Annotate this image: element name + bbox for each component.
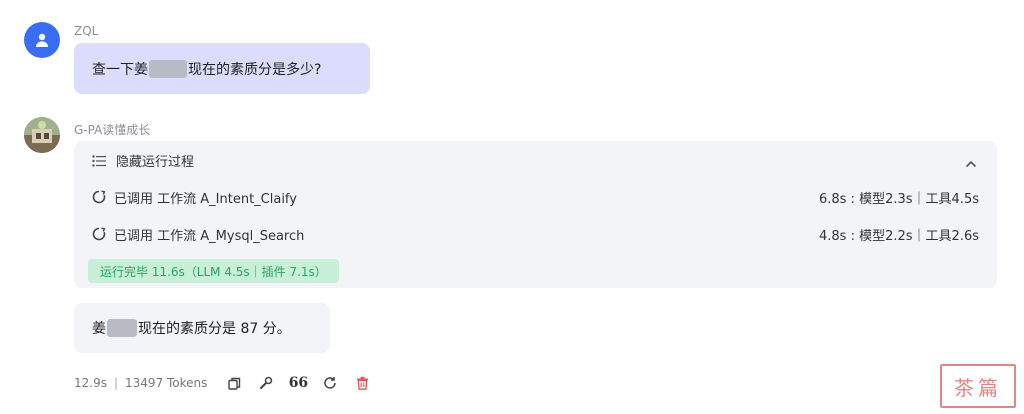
trash-icon <box>356 376 368 390</box>
workflow-call-timing: 6.8s : 模型2.3s｜工具4.5s <box>819 191 979 207</box>
user-message-suffix: 现在的素质分是多少? <box>188 61 322 78</box>
user-message-prefix: 查一下姜 <box>92 61 148 78</box>
token-count: 13497 Tokens <box>125 376 208 390</box>
workflow-call-label: 已调用 工作流 A_Mysql_Search <box>114 228 305 244</box>
bot-name: G-PA读懂成长 <box>74 123 151 137</box>
bot-answer-bubble: 姜 现在的素质分是 87 分。 <box>74 303 330 353</box>
redacted-name-blur <box>107 319 137 337</box>
answer-prefix: 姜 <box>92 321 106 337</box>
response-duration: 12.9s <box>74 376 107 390</box>
collapse-button[interactable] <box>965 153 977 172</box>
delete-button[interactable] <box>353 374 371 392</box>
tool-button[interactable] <box>257 374 275 392</box>
answer-suffix: 现在的素质分是 87 分。 <box>138 321 291 337</box>
quote-icon: 66 <box>288 375 309 391</box>
workflow-call-row: 已调用 工作流 A_Mysql_Search 4.8s : 模型2.2s｜工具2… <box>92 224 979 244</box>
toggle-process-label: 隐藏运行过程 <box>116 155 195 170</box>
user-message-bubble: 查一下姜 现在的素质分是多少? <box>74 43 370 94</box>
user-name: ZQL <box>74 24 99 38</box>
person-icon <box>36 33 48 47</box>
workflow-icon <box>92 227 106 241</box>
message-actions: 66 <box>225 374 371 392</box>
divider: | <box>113 376 119 390</box>
copy-button[interactable] <box>225 374 243 392</box>
redacted-name-blur <box>149 59 187 78</box>
list-icon <box>92 154 106 167</box>
regenerate-button[interactable] <box>321 374 339 392</box>
workflow-call-timing: 4.8s : 模型2.2s｜工具2.6s <box>819 228 979 244</box>
refresh-icon <box>324 377 337 389</box>
wrench-icon <box>260 376 273 389</box>
chevron-up-icon <box>965 160 977 168</box>
copy-icon <box>228 377 241 390</box>
user-avatar <box>24 22 60 58</box>
message-footer: 12.9s | 13497 Tokens 66 <box>74 374 371 392</box>
quote-button[interactable]: 66 <box>288 374 309 392</box>
toggle-process-button[interactable]: 隐藏运行过程 <box>92 151 194 170</box>
workflow-icon <box>92 190 106 204</box>
watermark-stamp: 茶篇 <box>940 364 1016 408</box>
workflow-call-row: 已调用 工作流 A_Intent_Claify 6.8s : 模型2.3s｜工具… <box>92 187 979 207</box>
run-process-panel: 隐藏运行过程 已调用 工作流 A_Intent_Claify 6.8s : 模型… <box>74 141 997 288</box>
run-complete-badge: 运行完毕 11.6s（LLM 4.5s｜插件 7.1s） <box>88 259 339 283</box>
workflow-call-label: 已调用 工作流 A_Intent_Claify <box>114 191 297 207</box>
bot-avatar <box>24 117 60 153</box>
bot-avatar-image <box>24 117 60 153</box>
